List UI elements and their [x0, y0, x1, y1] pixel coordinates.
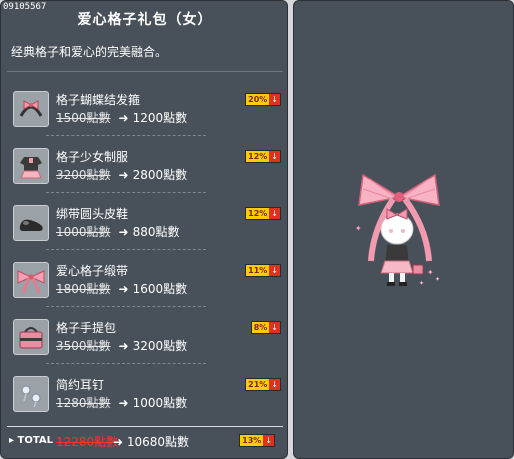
down-arrow-icon: ↓ — [263, 435, 274, 446]
discount-badge: 12% ↓ — [245, 207, 281, 220]
dashed-divider — [46, 363, 206, 364]
list-item[interactable]: 爱心格子缎带 1800點數 ➜ 1600點數 11% ↓ — [11, 258, 283, 308]
original-price: 3200點數 — [56, 168, 111, 182]
total-label: ▸ TOTAL — [9, 435, 53, 446]
original-price: 1280點數 — [56, 396, 111, 410]
sale-price: 3200點數 — [132, 339, 188, 353]
sale-price: 880點數 — [132, 225, 180, 239]
item-price: 3500點數 ➜ 3200點數 — [56, 337, 187, 354]
item-price: 1280點數 ➜ 1000點數 — [56, 394, 187, 411]
item-name: 爱心格子缎带 — [56, 264, 129, 278]
discount-badge: 8% ↓ — [250, 321, 281, 334]
svg-text:✦: ✦ — [435, 276, 440, 283]
list-item[interactable]: 格子蝴蝶结发箍 1500點數 ➜ 1200點數 20% ↓ — [11, 87, 283, 137]
svg-text:✦: ✦ — [419, 280, 424, 287]
handbag-icon — [13, 319, 49, 355]
down-arrow-icon: ↓ — [269, 265, 280, 276]
list-item[interactable]: 格子手提包 3500點數 ➜ 3200點數 8% ↓ — [11, 315, 283, 365]
item-price: 1000點數 ➜ 880點數 — [56, 223, 180, 240]
total-divider — [7, 426, 283, 427]
total-sale-price: ➜ 10680點數 — [113, 435, 190, 449]
character-preview: ✦ ✦ ✦ ✦ — [355, 173, 440, 287]
dashed-divider — [46, 306, 206, 307]
arrow-right-icon: ➜ — [118, 168, 129, 182]
list-item[interactable]: 格子少女制服 3200點數 ➜ 2800點數 12% ↓ — [11, 144, 283, 194]
sale-price: 1200點數 — [132, 111, 188, 125]
earring-icon — [13, 376, 49, 412]
original-price: 1000點數 — [56, 225, 111, 239]
package-details-panel: 09105567 爱心格子礼包（女） 经典格子和爱心的完美融合。 格子蝴蝶结发箍… — [0, 0, 288, 459]
down-arrow-icon: ↓ — [269, 151, 280, 162]
bow-headband-icon — [13, 91, 49, 127]
divider — [7, 71, 283, 72]
original-price: 1500點數 — [56, 111, 111, 125]
list-item[interactable]: 绑带圆头皮鞋 1000點數 ➜ 880點數 12% ↓ — [11, 201, 283, 251]
item-name: 格子少女制服 — [56, 150, 129, 164]
package-title: 爱心格子礼包（女） — [77, 12, 213, 28]
original-price: 1800點數 — [56, 282, 111, 296]
dashed-divider — [46, 192, 206, 193]
discount-badge: 11% ↓ — [245, 264, 281, 277]
down-arrow-icon: ↓ — [269, 94, 280, 105]
sale-price: 2800點數 — [132, 168, 188, 182]
shoes-icon — [13, 205, 49, 241]
arrow-right-icon: ➜ — [118, 396, 129, 410]
total-discount-badge: 13% ↓ — [239, 434, 275, 447]
down-arrow-icon: ↓ — [269, 322, 280, 333]
item-name: 格子蝴蝶结发箍 — [56, 93, 141, 107]
arrow-right-icon: ➜ — [118, 111, 129, 125]
down-arrow-icon: ↓ — [269, 379, 280, 390]
discount-badge: 21% ↓ — [245, 378, 281, 391]
item-name: 简约耳钉 — [56, 378, 105, 392]
arrow-right-icon: ➜ — [118, 282, 129, 296]
item-name: 格子手提包 — [56, 321, 117, 335]
sale-price: 1600點數 — [132, 282, 188, 296]
arrow-right-icon: ➜ — [118, 339, 129, 353]
svg-text:✦: ✦ — [355, 224, 362, 233]
item-price: 1800點數 ➜ 1600點數 — [56, 280, 187, 297]
svg-text:✦: ✦ — [427, 268, 434, 277]
original-price: 3500點數 — [56, 339, 111, 353]
character-preview-panel: ✦ ✦ ✦ ✦ — [293, 0, 514, 459]
bullet-icon: ▸ — [9, 435, 18, 446]
total-original-price: 12280點數 — [56, 435, 119, 449]
discount-badge: 20% ↓ — [245, 93, 281, 106]
package-description: 经典格子和爱心的完美融合。 — [11, 45, 168, 59]
uniform-icon — [13, 148, 49, 184]
item-price: 1500點數 ➜ 1200點數 — [56, 109, 187, 126]
ribbon-icon — [13, 262, 49, 298]
arrow-right-icon: ➜ — [118, 225, 129, 239]
arrow-right-icon: ➜ — [113, 435, 127, 449]
down-arrow-icon: ↓ — [269, 208, 280, 219]
dashed-divider — [46, 135, 206, 136]
dashed-divider — [46, 249, 206, 250]
sale-price: 1000點數 — [132, 396, 188, 410]
discount-badge: 12% ↓ — [245, 150, 281, 163]
list-item[interactable]: 简约耳钉 1280點數 ➜ 1000點數 21% ↓ — [11, 372, 283, 422]
item-price: 3200點數 ➜ 2800點數 — [56, 166, 187, 183]
item-name: 绑带圆头皮鞋 — [56, 207, 129, 221]
